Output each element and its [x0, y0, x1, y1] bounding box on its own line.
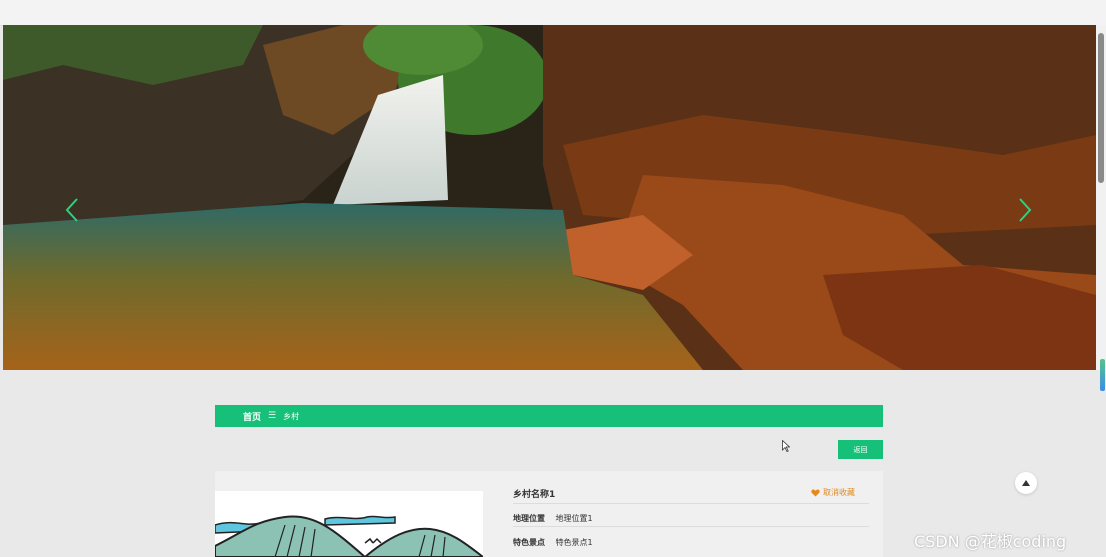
mouse-cursor-icon	[782, 440, 790, 452]
page-scrollbar[interactable]	[1096, 25, 1106, 391]
village-name: 乡村名称1	[513, 490, 556, 500]
field-attractions-label: 特色景点	[513, 538, 545, 547]
unfavorite-label: 取消收藏	[823, 488, 855, 497]
divider	[513, 526, 869, 527]
unfavorite-button[interactable]: 取消收藏	[811, 487, 855, 498]
breadcrumb: 首页 ☰ 乡村	[215, 405, 883, 427]
field-location: 地理位置 地理位置1	[513, 513, 593, 524]
field-attractions-value: 特色景点1	[555, 538, 593, 547]
caret-up-icon	[1022, 480, 1030, 486]
top-bar	[0, 0, 1106, 26]
village-detail-card: 乡村名称1 取消收藏 地理位置 地理位置1 特色景点 特色景点1	[215, 471, 883, 557]
banner-carousel[interactable]	[3, 25, 1096, 370]
mountain-illustration	[215, 491, 483, 557]
banner-image	[3, 25, 1096, 370]
chevron-left-icon[interactable]	[63, 197, 83, 223]
watermark: CSDN @花椒coding	[914, 532, 1067, 551]
heart-icon	[811, 489, 820, 497]
field-attractions: 特色景点 特色景点1	[513, 537, 593, 548]
back-to-top-button[interactable]	[1015, 472, 1037, 494]
field-location-value: 地理位置1	[555, 514, 593, 523]
scroll-indicator	[1100, 359, 1105, 391]
back-button[interactable]: 返回	[838, 440, 883, 459]
field-location-label: 地理位置	[513, 514, 545, 523]
breadcrumb-separator-icon: ☰	[268, 411, 277, 421]
chevron-right-icon[interactable]	[1014, 197, 1034, 223]
breadcrumb-current: 乡村	[283, 411, 300, 421]
breadcrumb-home[interactable]: 首页	[243, 410, 261, 423]
scrollbar-thumb[interactable]	[1098, 33, 1104, 183]
divider	[513, 503, 869, 504]
village-image	[215, 491, 483, 557]
